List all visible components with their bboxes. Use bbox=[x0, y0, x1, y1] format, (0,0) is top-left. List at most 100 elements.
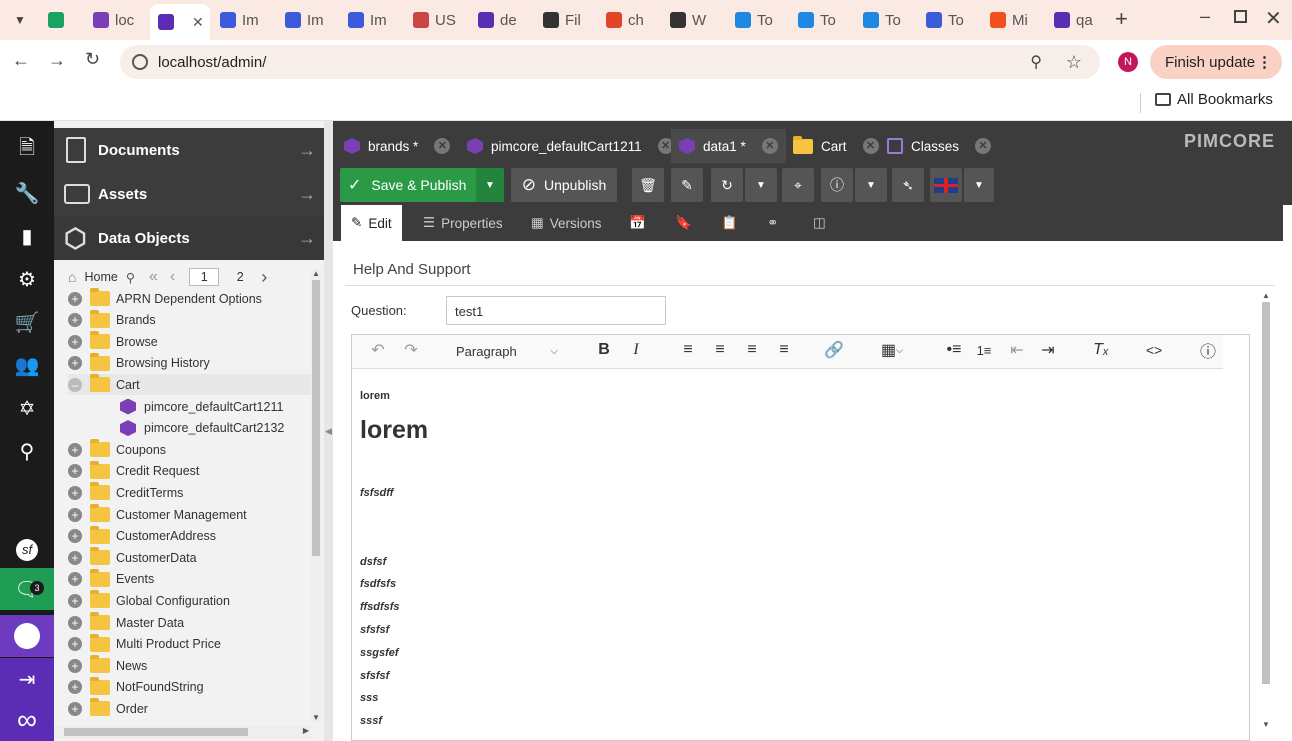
browser-tab[interactable]: To bbox=[727, 6, 787, 34]
search-icon[interactable]: ⚲ bbox=[0, 430, 54, 472]
tree-item[interactable]: + Browse bbox=[68, 331, 311, 352]
tree-item[interactable]: + Master Data bbox=[68, 612, 311, 633]
user-profile-icon[interactable] bbox=[0, 615, 54, 657]
browser-tab[interactable]: Im bbox=[277, 6, 337, 34]
help-icon[interactable]: ⓘ bbox=[1196, 335, 1220, 365]
tree-vertical-scrollbar[interactable]: ▲ ▼ bbox=[311, 269, 321, 722]
bookmark-star-icon[interactable]: ☆ bbox=[1066, 52, 1082, 73]
expand-icon[interactable]: + bbox=[68, 550, 82, 565]
browser-tab[interactable]: loc bbox=[85, 6, 145, 34]
expand-icon[interactable]: + bbox=[68, 356, 82, 371]
panel-splitter[interactable]: ◀ bbox=[324, 121, 333, 741]
editor-tab[interactable]: brands * ✕ bbox=[336, 129, 458, 163]
table-icon[interactable]: ▦ ⌵ bbox=[874, 335, 910, 365]
expand-icon[interactable]: + bbox=[68, 680, 82, 695]
expand-icon[interactable]: + bbox=[68, 593, 82, 608]
info-button[interactable]: ⓘ bbox=[821, 168, 853, 202]
tree-item[interactable]: + CustomerAddress bbox=[68, 525, 311, 547]
tree-horizontal-scrollbar[interactable]: ▶ bbox=[54, 726, 311, 738]
h-scroll-thumb[interactable] bbox=[64, 728, 248, 736]
scroll-up-icon[interactable]: ▲ bbox=[1261, 291, 1271, 300]
reload-menu-button[interactable]: ▼ bbox=[745, 168, 777, 202]
tree-search-icon[interactable]: ⚲ bbox=[126, 270, 135, 285]
minimize-button[interactable]: – bbox=[1200, 6, 1210, 27]
editor-tab[interactable]: Classes ✕ bbox=[879, 129, 999, 163]
data-objects-section[interactable]: ⬡ Data Objects → bbox=[54, 216, 324, 260]
home-label[interactable]: Home bbox=[84, 270, 117, 284]
home-icon[interactable]: ⌂ bbox=[68, 269, 76, 285]
tree-item[interactable]: + APRN Dependent Options bbox=[68, 288, 311, 309]
browser-tab[interactable]: Im bbox=[340, 6, 400, 34]
link-icon[interactable]: 🔗 bbox=[822, 335, 846, 365]
browser-tab[interactable]: To bbox=[790, 6, 850, 34]
scroll-right-icon[interactable]: ▶ bbox=[303, 726, 309, 735]
browser-tab[interactable]: To bbox=[918, 6, 978, 34]
editor-tab[interactable]: Cart ✕ bbox=[785, 129, 887, 163]
language-menu-button[interactable]: ▼ bbox=[964, 168, 994, 202]
browser-tab[interactable]: W bbox=[662, 6, 722, 34]
network-icon[interactable]: ✡ bbox=[0, 387, 54, 429]
share-button[interactable]: ➴ bbox=[892, 168, 924, 202]
editor-content[interactable]: lorem lorem fsfsdff dsfsf fsdfsfs ffsdfsfs s… bbox=[352, 370, 1249, 740]
zoom-icon[interactable]: ⚲ bbox=[1030, 52, 1042, 72]
tree-item[interactable]: + CreditTerms bbox=[68, 482, 311, 503]
browser-tab[interactable]: Mi bbox=[982, 6, 1042, 34]
indent-icon[interactable]: ⇥ bbox=[1036, 335, 1060, 365]
question-input[interactable]: test1 bbox=[446, 296, 666, 325]
format-select[interactable]: Paragraph ⌵ bbox=[448, 338, 564, 364]
tree-item[interactable]: + Coupons bbox=[68, 439, 311, 460]
expand-icon[interactable]: + bbox=[68, 529, 82, 544]
documents-section[interactable]: Documents → bbox=[54, 128, 324, 172]
logout-icon[interactable]: ⇥ bbox=[0, 658, 54, 700]
browser-tab[interactable]: de bbox=[470, 6, 530, 34]
restore-button[interactable] bbox=[1234, 10, 1247, 23]
source-code-icon[interactable]: <> bbox=[1142, 335, 1166, 365]
redo-icon[interactable]: ↷ bbox=[399, 335, 423, 365]
tree-item[interactable]: + Multi Product Price bbox=[68, 633, 311, 655]
cart-icon[interactable]: 🛒 bbox=[0, 301, 54, 343]
expand-icon[interactable]: + bbox=[68, 507, 82, 522]
align-left-icon[interactable]: ≡ bbox=[676, 335, 700, 365]
tab-tags[interactable]: ⚭ bbox=[757, 205, 788, 241]
reload-icon[interactable]: ↻ bbox=[85, 49, 100, 70]
file-icon[interactable]: 🗎 bbox=[0, 129, 54, 171]
wrench-icon[interactable]: 🔧 bbox=[0, 172, 54, 214]
url-field[interactable]: localhost/admin/ ⚲ ☆ bbox=[120, 45, 1100, 79]
language-button[interactable] bbox=[930, 168, 962, 202]
tab-search-icon[interactable]: ▼ bbox=[10, 10, 30, 30]
close-tab-icon[interactable]: ✕ bbox=[434, 138, 451, 154]
close-tab-icon[interactable]: ✕ bbox=[761, 138, 778, 154]
editor-tab[interactable]: data1 * ✕ bbox=[671, 129, 786, 163]
tree-item[interactable]: + CustomerData bbox=[68, 547, 311, 568]
browser-tab[interactable]: US bbox=[405, 6, 465, 34]
undo-icon[interactable]: ↶ bbox=[366, 335, 390, 365]
tree-item[interactable]: + Browsing History bbox=[68, 352, 311, 374]
gear-icon[interactable]: ⚙ bbox=[0, 258, 54, 300]
close-window-button[interactable]: ✕ bbox=[1265, 6, 1282, 31]
finish-update-button[interactable]: Finish update ⋮ bbox=[1150, 45, 1282, 79]
expand-icon[interactable]: + bbox=[68, 334, 82, 349]
users-icon[interactable]: 👥 bbox=[0, 344, 54, 386]
prev-page-icon[interactable]: ‹ bbox=[170, 268, 175, 286]
new-tab-button[interactable]: + bbox=[1115, 6, 1128, 32]
first-page-icon[interactable]: « bbox=[149, 268, 158, 286]
tab-versions[interactable]: ▦ Versions bbox=[521, 205, 612, 241]
chat-icon[interactable]: 🗨 3 bbox=[0, 568, 54, 610]
unpublish-button[interactable]: ⊘ Unpublish bbox=[511, 168, 617, 202]
save-menu-button[interactable]: ▼ bbox=[476, 168, 504, 202]
delete-button[interactable]: 🗑 bbox=[632, 168, 664, 202]
scroll-thumb[interactable] bbox=[1262, 302, 1270, 684]
scroll-down-icon[interactable]: ▼ bbox=[311, 713, 321, 722]
tab-workflow[interactable]: 📋 bbox=[711, 205, 748, 241]
browser-tab[interactable]: Im bbox=[212, 6, 272, 34]
expand-icon[interactable]: + bbox=[68, 637, 82, 652]
align-center-icon[interactable]: ≡ bbox=[708, 335, 732, 365]
reload-button[interactable]: ↻ bbox=[711, 168, 743, 202]
tree-item[interactable]: + Events bbox=[68, 568, 311, 590]
tab-edit[interactable]: ✎ Edit bbox=[341, 205, 402, 241]
page-1[interactable]: 1 bbox=[189, 268, 220, 286]
expand-icon[interactable]: + bbox=[68, 291, 82, 306]
editor-tab[interactable]: pimcore_defaultCart1211 ✕ bbox=[459, 129, 682, 163]
clear-format-icon[interactable]: Tₓ bbox=[1089, 335, 1113, 365]
page-2[interactable]: 2 bbox=[225, 270, 255, 284]
